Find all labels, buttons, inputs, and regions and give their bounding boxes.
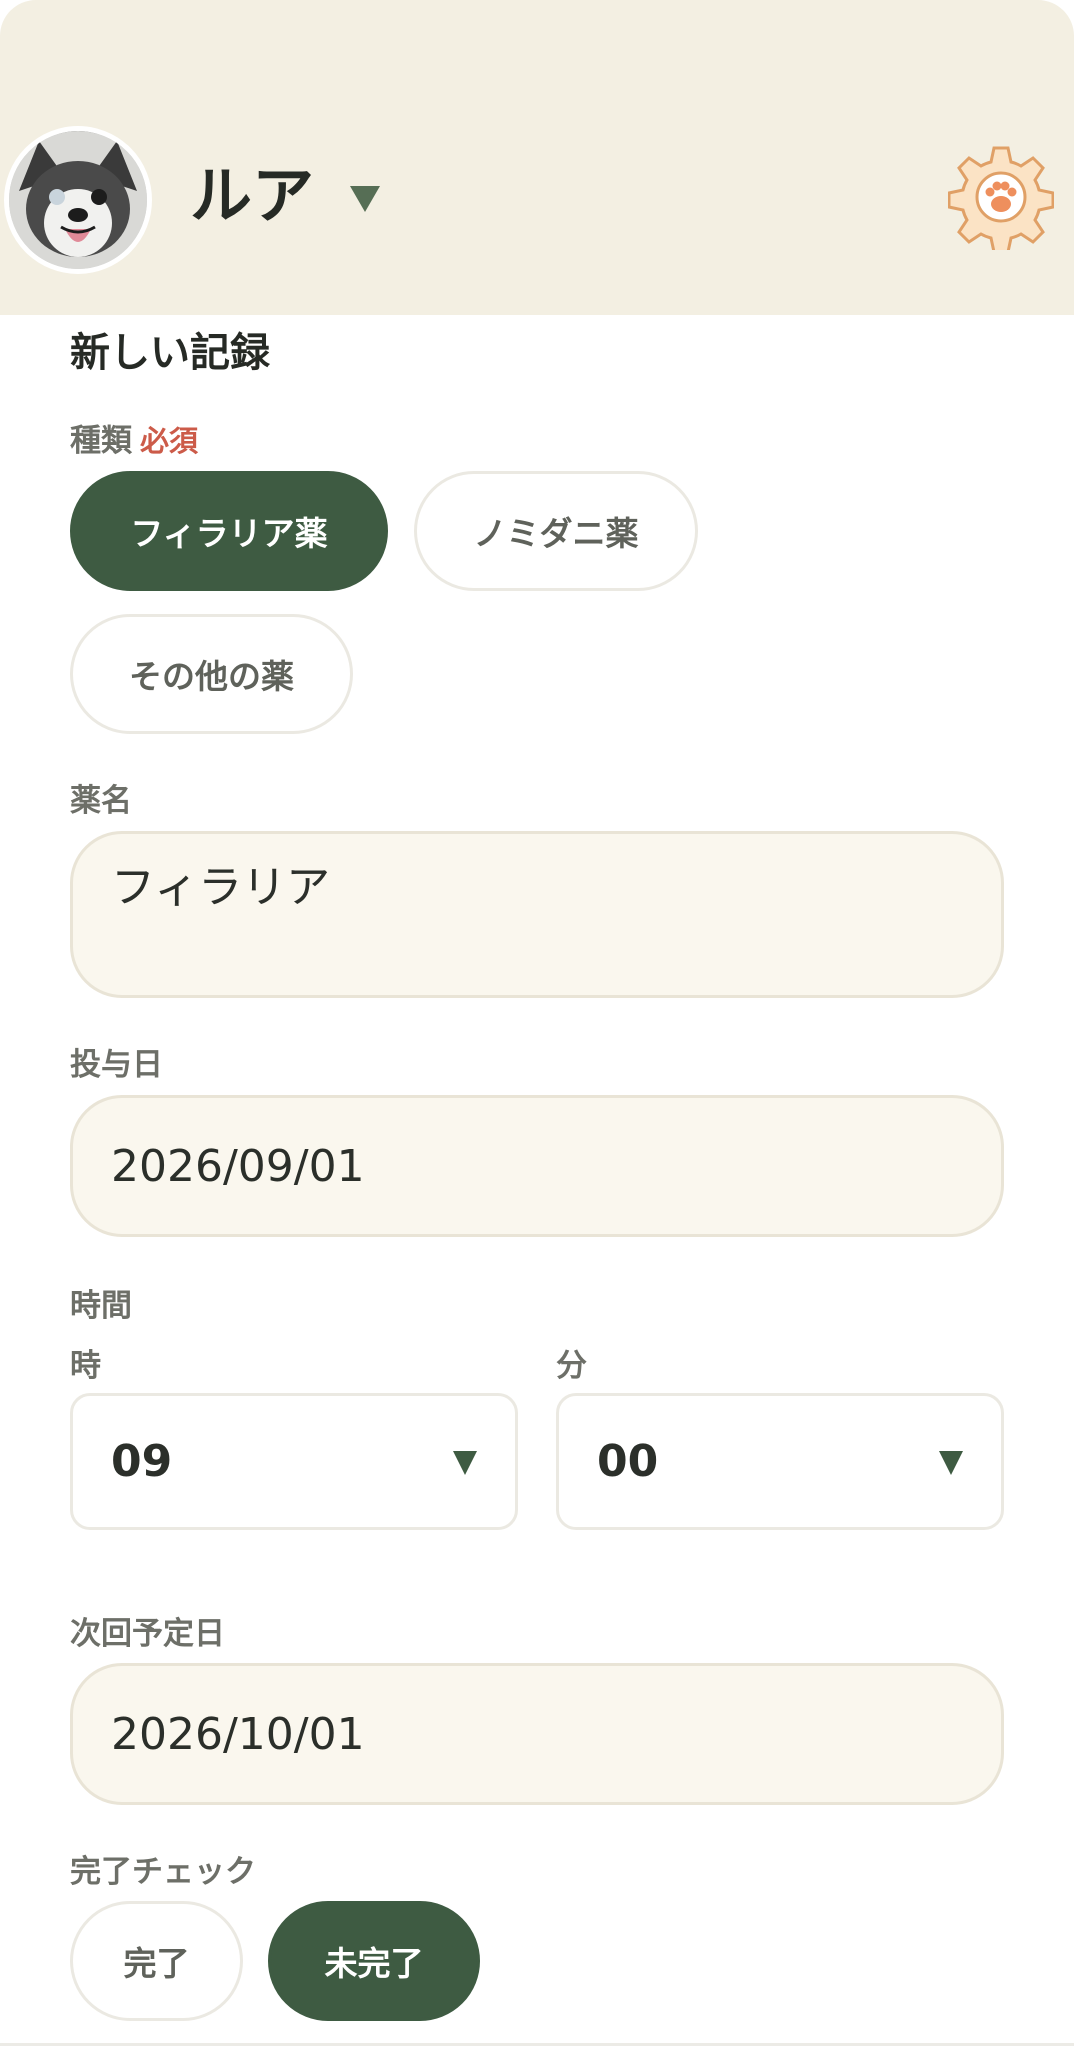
chevron-down-icon[interactable]: [350, 186, 380, 212]
app-frame: ルア 新しい記録 種類 必須 フィラリア薬 ノミダニ薬 その他の薬 薬名 フィラ…: [0, 0, 1074, 2046]
hour-select[interactable]: 09: [70, 1393, 518, 1530]
dose-date-label: 投与日: [70, 1047, 163, 1083]
minute-select[interactable]: 00: [556, 1393, 1004, 1530]
hour-label: 時: [70, 1348, 101, 1384]
completion-chip-not-done[interactable]: 未完了: [268, 1901, 480, 2021]
type-label: 種類 必須: [70, 415, 198, 460]
chevron-down-icon: [939, 1451, 963, 1475]
dose-date-input[interactable]: 2026/09/01: [70, 1095, 1004, 1237]
minute-value: 00: [597, 1436, 659, 1487]
form-title: 新しい記録: [70, 330, 270, 376]
required-badge: 必須: [140, 424, 199, 458]
next-date-input[interactable]: 2026/10/01: [70, 1663, 1004, 1805]
dog-avatar-icon: [9, 131, 147, 269]
pet-avatar[interactable]: [4, 126, 152, 274]
hour-value: 09: [111, 1436, 173, 1487]
settings-button[interactable]: [947, 144, 1055, 254]
gear-paw-icon: [947, 146, 1055, 254]
type-chip-flea-tick[interactable]: ノミダニ薬: [414, 471, 698, 591]
completion-chip-done[interactable]: 完了: [70, 1901, 243, 2021]
type-chip-other[interactable]: その他の薬: [70, 614, 353, 734]
type-label-text: 種類: [70, 423, 132, 459]
next-date-label: 次回予定日: [70, 1616, 225, 1652]
chevron-down-icon: [453, 1451, 477, 1475]
pet-name-selector[interactable]: ルア: [190, 160, 314, 232]
medicine-name-input[interactable]: フィラリア: [70, 831, 1004, 998]
minute-label: 分: [556, 1348, 587, 1384]
completion-label: 完了チェック: [70, 1854, 256, 1890]
pet-header: ルア: [0, 0, 1074, 315]
medicine-name-label: 薬名: [70, 783, 132, 819]
type-chip-heartworm[interactable]: フィラリア薬: [70, 471, 388, 591]
time-label: 時間: [70, 1288, 132, 1324]
